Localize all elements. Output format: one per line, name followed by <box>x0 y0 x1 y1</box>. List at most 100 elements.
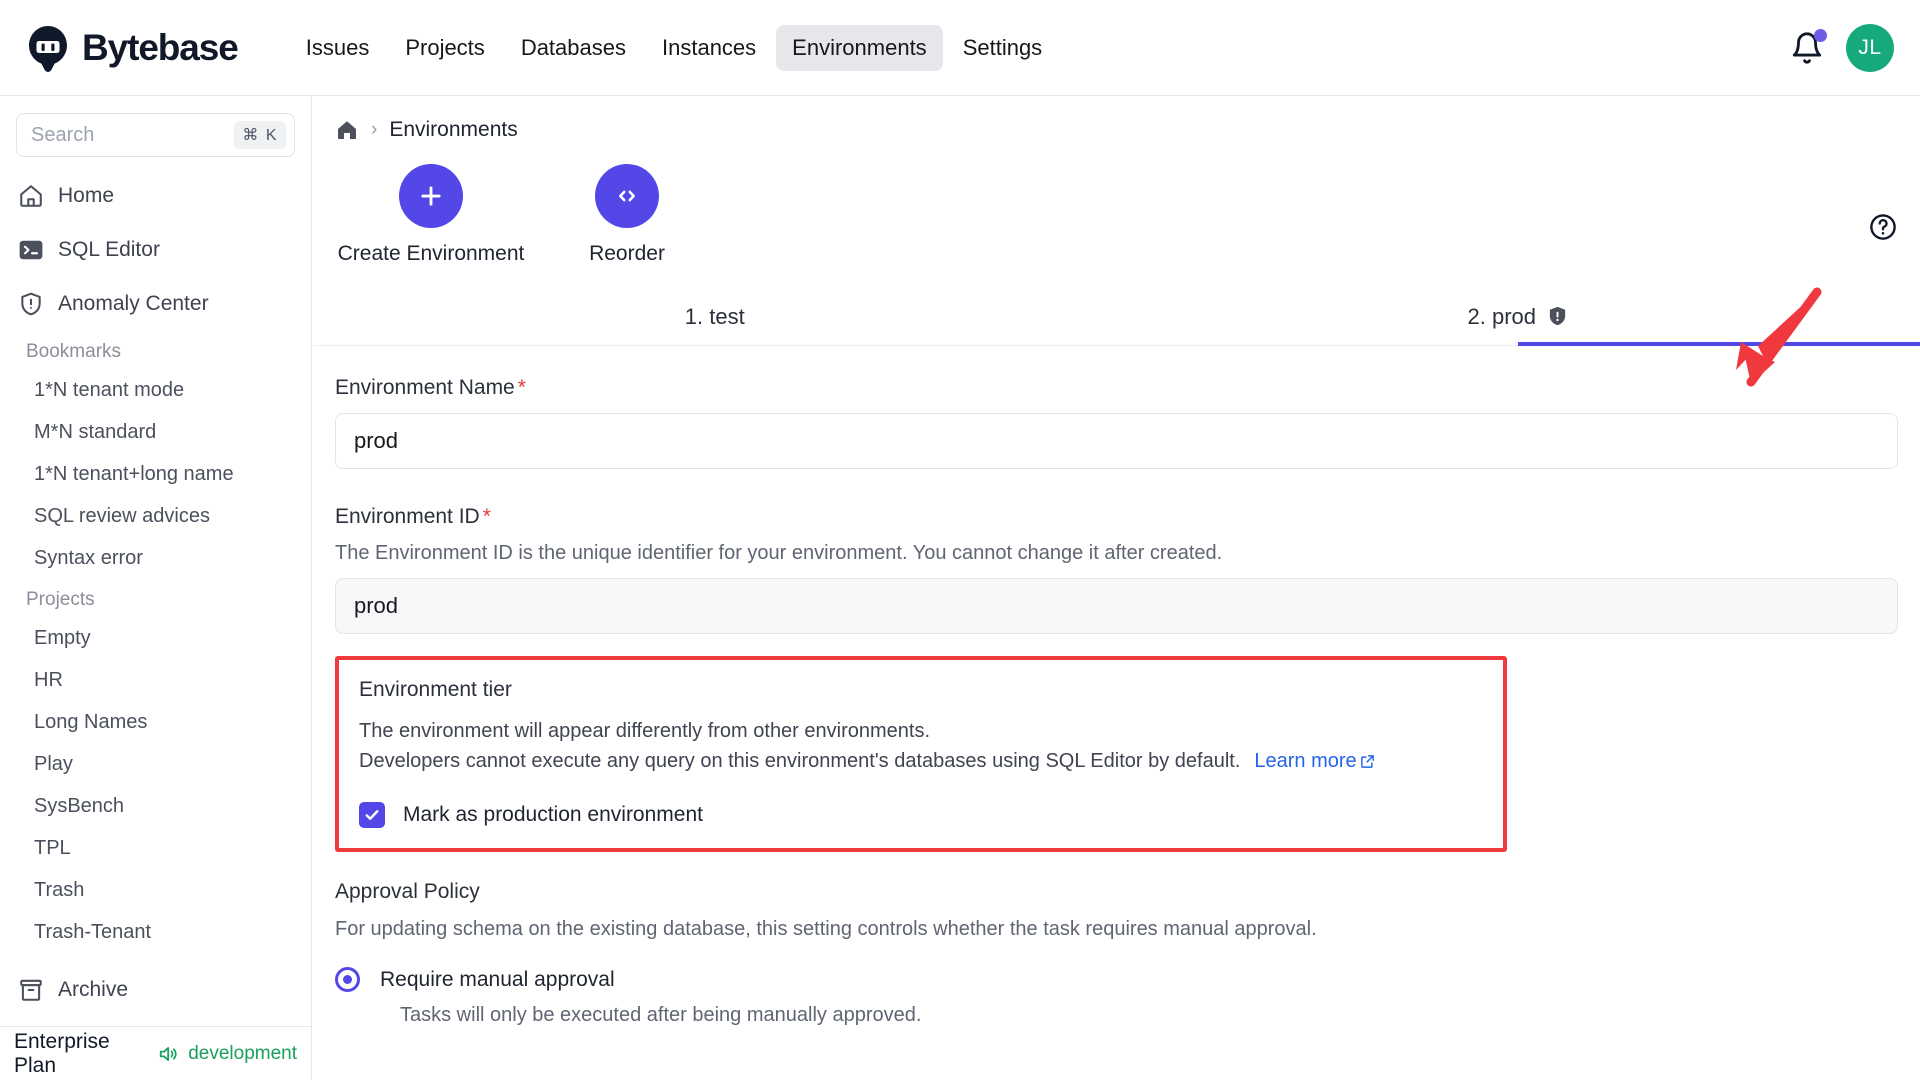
sidebar-project-item[interactable]: SysBench <box>0 785 311 827</box>
environment-id-label-text: Environment ID <box>335 505 480 528</box>
environment-form: Environment Name * prod Environment ID * T… <box>313 346 1920 852</box>
bytebase-logo-icon <box>29 25 67 72</box>
home-icon <box>20 185 42 207</box>
environment-tabs: 1. test 2. prod <box>313 288 1920 346</box>
environment-tier-line2: Developers cannot execute any query on t… <box>359 750 1241 772</box>
active-tab-indicator <box>1518 342 1920 346</box>
sidebar-bookmark-item[interactable]: M*N standard <box>0 411 311 453</box>
sidebar-bookmark-item[interactable]: 1*N tenant mode <box>0 369 311 411</box>
tab-test[interactable]: 1. test <box>313 288 1117 345</box>
notifications-button[interactable] <box>1790 29 1827 65</box>
reorder-button[interactable]: Reorder <box>529 164 725 266</box>
sidebar-scroll: Home SQL Editor Anomaly Center Bookmarks… <box>0 157 311 1026</box>
create-environment-button[interactable]: Create Environment <box>333 164 529 266</box>
nav-item-issues[interactable]: Issues <box>290 25 386 71</box>
terminal-icon <box>19 240 43 260</box>
environment-tier-line1: The environment will appear differently … <box>359 720 931 742</box>
create-environment-label: Create Environment <box>337 242 525 265</box>
shield-alert-icon <box>21 292 41 316</box>
sidebar: Search ⌘ K Home SQL Editor Anomaly Cente… <box>0 96 312 1080</box>
sidebar-project-item[interactable]: Trash <box>0 869 311 911</box>
sidebar-item-label: Anomaly Center <box>58 292 209 315</box>
nav-item-settings[interactable]: Settings <box>947 25 1059 71</box>
plan-mode: development <box>188 1042 297 1064</box>
environment-id-input[interactable]: prod <box>335 578 1898 634</box>
nav-item-instances[interactable]: Instances <box>646 25 772 71</box>
required-marker: * <box>517 376 526 399</box>
environment-actions: Create Environment Reorder <box>313 142 1920 266</box>
reorder-label: Reorder <box>589 242 665 265</box>
top-bar-right: JL <box>1790 0 1894 96</box>
app-root: Bytebase Issues Projects Databases Insta… <box>0 0 1920 1080</box>
search-placeholder: Search <box>31 123 95 146</box>
sidebar-bookmark-item[interactable]: 1*N tenant+long name <box>0 453 311 495</box>
approval-policy-description: For updating schema on the existing data… <box>335 918 1317 940</box>
plan-name: Enterprise Plan <box>14 1029 110 1077</box>
require-manual-approval-radio[interactable] <box>335 967 360 992</box>
shield-exclamation-icon <box>1549 306 1566 326</box>
sidebar-item-anomaly-center[interactable]: Anomaly Center <box>0 277 311 331</box>
tab-label: 2. prod <box>1467 303 1537 329</box>
learn-more-link[interactable]: Learn more <box>1254 746 1374 776</box>
user-avatar[interactable]: JL <box>1846 24 1894 72</box>
environment-name-input[interactable]: prod <box>335 413 1898 469</box>
notification-badge <box>1814 29 1827 42</box>
external-link-icon <box>1360 754 1374 768</box>
search-input[interactable]: Search ⌘ K <box>16 113 295 157</box>
speaker-icon <box>159 1046 177 1061</box>
sidebar-footer: Enterprise Plan development <box>0 1026 311 1080</box>
radio-dot <box>343 975 352 984</box>
sidebar-project-item[interactable]: Long Names <box>0 701 311 743</box>
nav-item-databases[interactable]: Databases <box>505 25 642 71</box>
breadcrumb-current: Environments <box>389 118 518 141</box>
approval-policy-title: Approval Policy <box>335 880 480 903</box>
sidebar-bookmark-item[interactable]: SQL review advices <box>0 495 311 537</box>
production-checkbox-row: Mark as production environment <box>359 802 1483 828</box>
sidebar-project-item[interactable]: Play <box>0 743 311 785</box>
approval-option-row: Require manual approval <box>335 967 1898 992</box>
home-icon[interactable] <box>335 118 359 142</box>
tab-label: 1. test <box>684 303 745 329</box>
mark-production-label: Mark as production environment <box>403 803 703 826</box>
environment-name-label-text: Environment Name <box>335 376 515 399</box>
sidebar-item-home[interactable]: Home <box>0 169 311 223</box>
environment-id-label: Environment ID * <box>335 505 1898 529</box>
brand-logo[interactable]: Bytebase <box>24 24 239 72</box>
learn-more-label: Learn more <box>1254 750 1357 772</box>
nav-item-environments[interactable]: Environments <box>776 24 943 71</box>
sidebar-item-archive[interactable]: Archive <box>0 963 311 1017</box>
sidebar-bookmark-item[interactable]: Syntax error <box>0 537 311 579</box>
sidebar-item-label: Home <box>58 184 115 207</box>
sidebar-project-item[interactable]: TPL <box>0 827 311 869</box>
check-icon <box>365 810 379 820</box>
sidebar-item-sql-editor[interactable]: SQL Editor <box>0 223 311 277</box>
sidebar-project-item[interactable]: Empty <box>0 617 311 659</box>
tab-prod[interactable]: 2. prod <box>1117 288 1920 346</box>
environment-name-label: Environment Name * <box>335 376 1898 400</box>
code-brackets-icon <box>619 190 635 202</box>
sidebar-group-bookmarks: Bookmarks <box>26 341 122 362</box>
environment-id-description: The Environment ID is the unique identif… <box>335 542 1223 564</box>
require-manual-approval-label: Require manual approval <box>380 967 615 991</box>
brand-name: Bytebase <box>82 26 239 68</box>
search-shortcut-badge: ⌘ K <box>234 121 286 149</box>
environment-tier-title: Environment tier <box>359 678 512 701</box>
nav-item-projects[interactable]: Projects <box>389 25 500 71</box>
approval-policy-section: Approval Policy For updating schema on t… <box>313 880 1920 1027</box>
reorder-circle <box>595 164 659 228</box>
environment-tier-line2-row: Developers cannot execute any query on t… <box>359 746 1483 776</box>
mark-production-checkbox[interactable] <box>359 802 385 828</box>
breadcrumb-separator: › <box>371 119 378 140</box>
require-manual-approval-description: Tasks will only be executed after being … <box>400 1004 922 1026</box>
create-environment-circle <box>399 164 463 228</box>
sidebar-item-label: Archive <box>58 978 129 1001</box>
sidebar-item-label: SQL Editor <box>58 238 160 261</box>
sidebar-group-projects: Projects <box>26 589 95 610</box>
breadcrumb: › Environments <box>313 96 1920 142</box>
top-nav: Issues Projects Databases Instances Envi… <box>290 24 1059 71</box>
sidebar-project-item[interactable]: Trash-Tenant <box>0 911 311 953</box>
question-circle-icon[interactable] <box>1868 212 1898 242</box>
sidebar-project-item[interactable]: HR <box>0 659 311 701</box>
required-marker: * <box>482 505 491 528</box>
